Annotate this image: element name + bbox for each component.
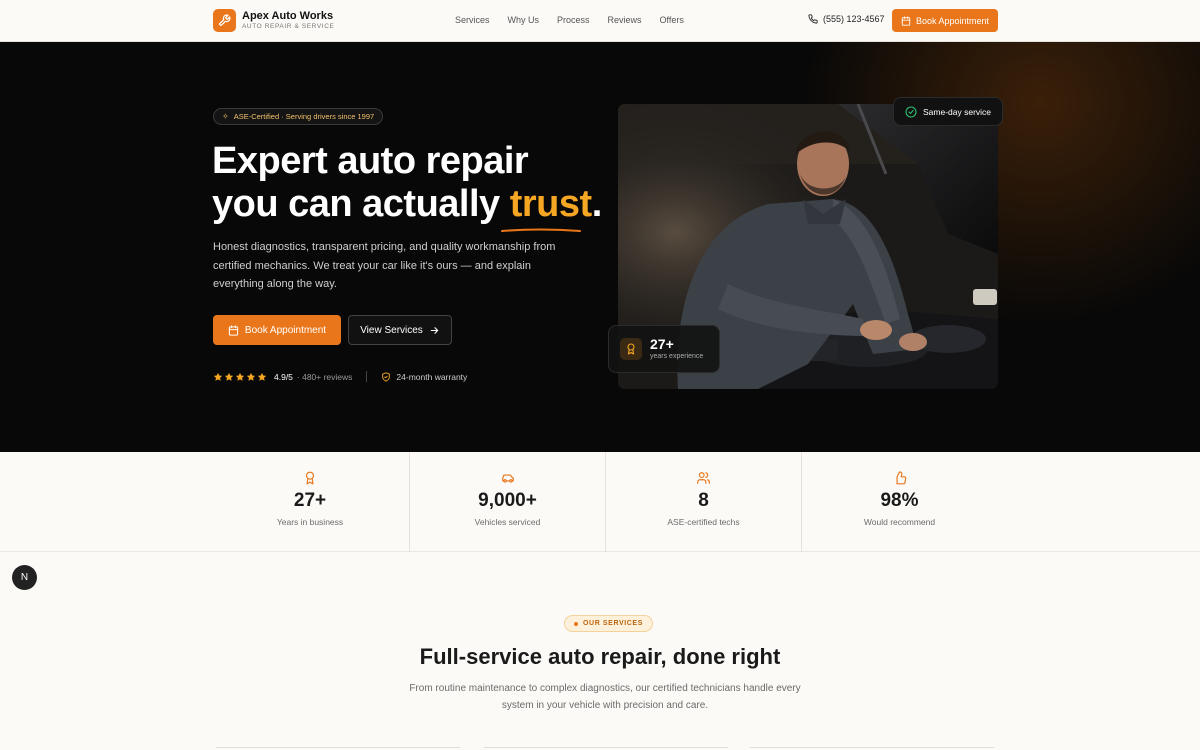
brand-name: Apex Auto Works [242,9,334,22]
brand-subtitle: AUTO REPAIR & SERVICE [242,22,335,30]
nav-link-why-us[interactable]: Why Us [508,15,540,25]
badge-label: ASE-Certified · Serving drivers since 19… [233,112,375,121]
rating-row: 4.9/5 · 480+ reviews 24-month warranty [213,371,467,382]
years-experience-card: 27+ years experience [608,325,720,373]
shield-check-icon [382,371,391,382]
headline-line-1: Expert auto repair [212,140,529,182]
nav-link-process[interactable]: Process [557,15,590,25]
nav-links: Services Why Us Process Reviews Offers [455,15,684,25]
stat-item: 98% Would recommend [801,452,997,552]
services-description: From routine maintenance to complex diag… [409,683,801,711]
stat-value: 8 [698,490,709,511]
book-appointment-button[interactable]: Book Appointment [213,315,341,345]
headline-period: . [591,183,603,225]
same-day-label: Same-day service [923,106,992,117]
stat-value: 9,000+ [478,490,537,511]
phone-number: (555) 123-4567 [823,14,885,24]
stat-item: 9,000+ Vehicles serviced [409,452,605,552]
top-nav: Apex Auto Works AUTO REPAIR & SERVICE Se… [0,0,1200,42]
stat-item: 27+ Years in business [212,452,408,552]
hero-headline: Expert auto repair you can actually trus… [212,140,632,226]
hero-section: ✧ ASE-Certified · Serving drivers since … [0,42,1200,452]
star-rating [213,372,267,382]
calendar-icon [901,15,911,26]
calendar-icon [228,324,239,336]
star-icon [224,372,234,381]
certification-badge: ✧ ASE-Certified · Serving drivers since … [213,108,384,125]
stat-label: Would recommend [863,517,936,527]
award-icon [620,338,642,360]
nav-link-offers[interactable]: Offers [660,15,684,25]
star-icon [213,372,223,381]
nav-link-services[interactable]: Services [455,15,490,25]
stat-label: ASE-certified techs [667,517,740,527]
star-icon [257,372,267,381]
phone-icon [808,14,818,24]
nav-cta-label: Book Appointment [915,15,990,26]
stat-item: 8 ASE-certified techs [605,452,801,552]
nav-link-reviews[interactable]: Reviews [608,15,642,25]
view-services-button[interactable]: View Services [348,315,452,345]
nav-book-appointment-button[interactable]: Book Appointment [892,9,998,32]
book-appointment-label: Book Appointment [244,324,327,336]
warranty-note: 24-month warranty [381,372,467,382]
hero-description: Honest diagnostics, transparent pricing,… [213,241,556,290]
users-icon [697,472,710,484]
view-services-label: View Services [360,324,423,336]
arrow-right-icon [430,326,439,334]
headline-line-2-text: you can actually [212,183,510,225]
rating-divider [366,371,368,382]
headline-accent: trust [509,183,592,225]
years-label: years experience [650,353,704,360]
headline-line-2: you can actually trust. [212,183,632,226]
services-badge: OUR SERVICES [564,615,653,632]
warranty-label: 24-month warranty [396,371,468,382]
thumbs-up-icon [896,471,906,485]
star-icon [235,372,245,381]
stats-bar: 27+ Years in business 9,000+ Vehicles se… [0,452,1200,552]
floating-dev-button[interactable]: N [12,565,37,590]
stat-label: Years in business [276,517,344,527]
services-title: Full-service auto repair, done right [419,644,781,669]
services-badge-label: OUR SERVICES [583,620,643,627]
years-value: 27+ [650,336,674,352]
headline-underline [501,228,581,232]
check-circle-icon [905,105,917,118]
award-icon [305,471,315,485]
rating-value: 4.9/5 [274,371,293,382]
stat-value: 27+ [293,490,327,511]
same-day-service-pill: Same-day service [893,97,1004,126]
star-icon [246,372,256,381]
review-count: · 480+ reviews [296,371,353,382]
phone-link[interactable]: (555) 123-4567 [808,14,885,24]
sparkle-icon: ✧ [222,112,229,121]
badge-dot [574,621,578,626]
brand[interactable]: Apex Auto Works AUTO REPAIR & SERVICE [213,9,334,32]
wrench-icon [213,9,236,32]
stat-value: 98% [880,490,919,511]
car-icon [501,474,514,483]
stat-label: Vehicles serviced [474,517,541,527]
